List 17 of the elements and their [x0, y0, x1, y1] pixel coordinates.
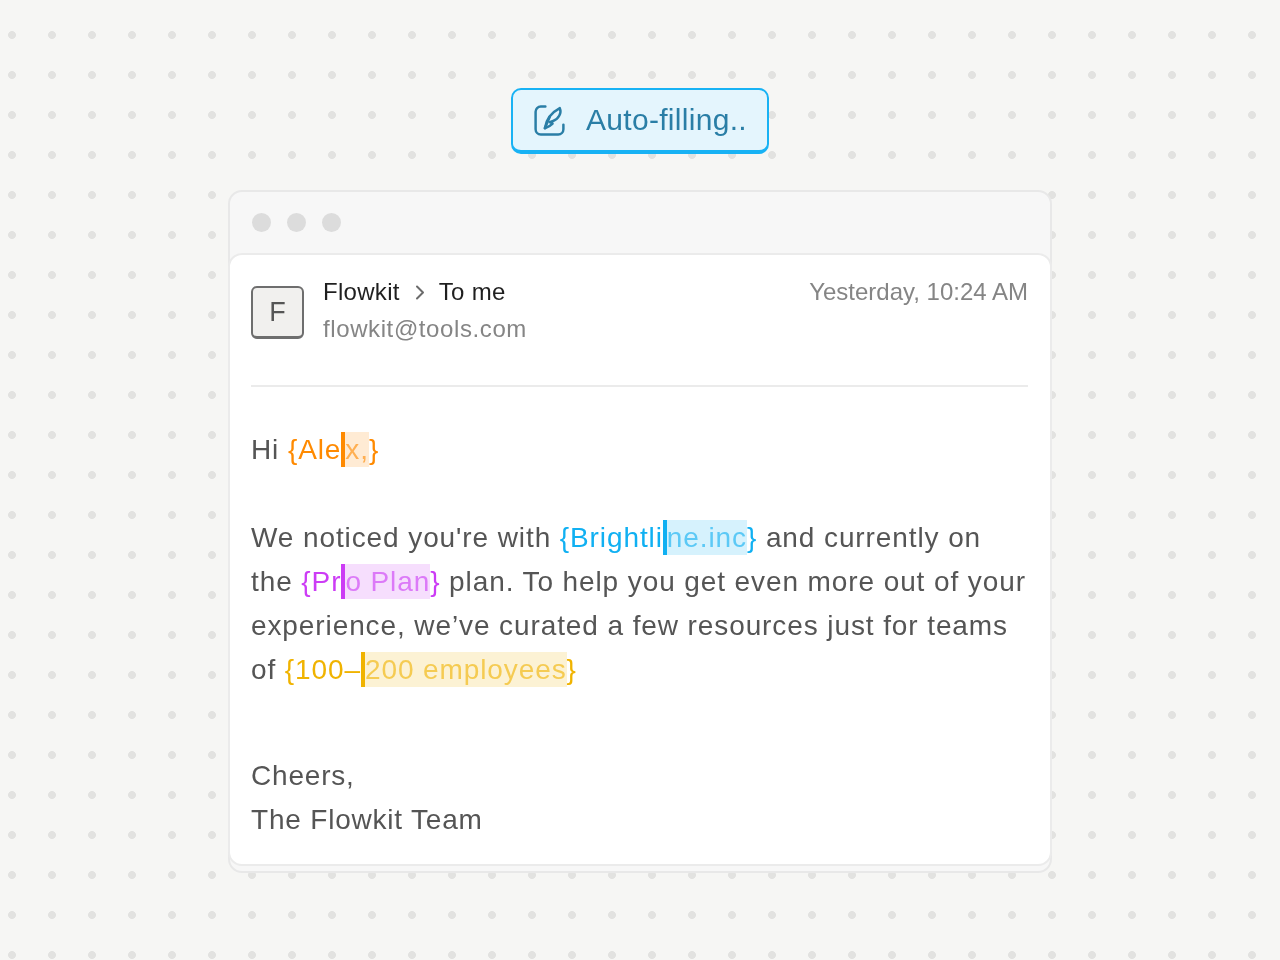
merge-field: {Ale x,}: [287, 432, 380, 467]
email-paragraph: Hi {Ale x,}: [251, 431, 381, 469]
sender-email: flowkit@tools.com: [323, 314, 527, 344]
window-dot-icon: [287, 213, 306, 232]
merge-field: {Brightli ne.inc}: [559, 520, 758, 555]
sender-name: Flowkit: [323, 277, 400, 307]
recipient-label: To me: [438, 277, 506, 307]
closing-line: The Flowkit Team: [251, 803, 484, 837]
email-paragraph: We noticed you're with {Brightli ne.inc} and currently on the {Pr o Plan} plan. To help you get even more out of your experience, we’ve curated a few resources just for teams of {100–200 employees}: [251, 519, 1027, 689]
window-dot-icon: [252, 213, 271, 232]
window-dot-icon: [322, 213, 341, 232]
sender-avatar: F: [251, 286, 304, 339]
chevron-right-icon: [414, 284, 425, 300]
quill-icon: [532, 102, 567, 138]
sent-time: Yesterday, 10:24 AM: [809, 277, 1028, 307]
status-label: Auto-filling..: [586, 105, 747, 135]
closing-line: Cheers,: [251, 759, 356, 793]
